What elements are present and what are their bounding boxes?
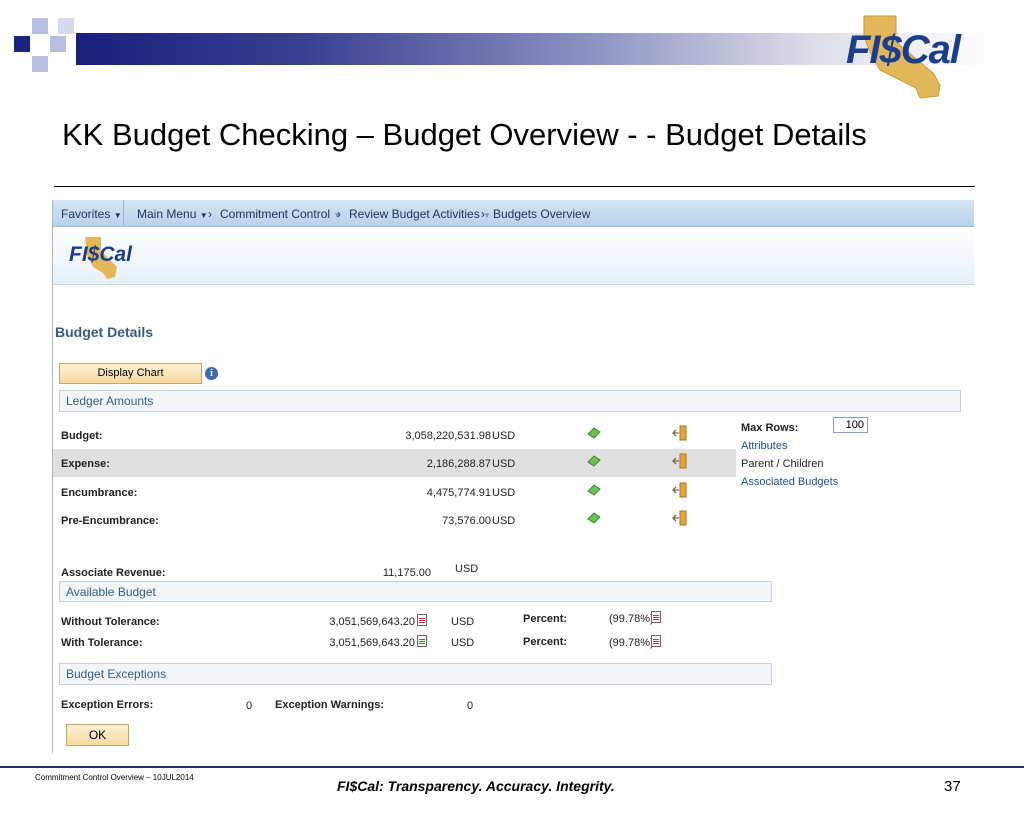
- decorative-square: [14, 36, 30, 52]
- slide-title: KK Budget Checking – Budget Overview - -…: [62, 117, 867, 152]
- app-banner: FI$Cal: [53, 227, 974, 285]
- ledger-label: Expense:: [61, 458, 110, 470]
- app-logo-text: FI$Cal: [69, 243, 133, 266]
- available-label: Without Tolerance:: [61, 616, 160, 628]
- available-currency: USD: [451, 637, 475, 649]
- decorative-square: [58, 18, 74, 34]
- available-currency: USD: [451, 616, 475, 628]
- percent-label: Percent:: [523, 636, 568, 648]
- associated-budgets-link[interactable]: Associated Budgets: [741, 476, 838, 488]
- exception-errors-label: Exception Errors:: [61, 699, 154, 711]
- fiscal-logo-text: FI$Cal: [846, 28, 961, 72]
- ledger-currency: USD: [492, 487, 516, 499]
- money-icon[interactable]: [587, 455, 601, 467]
- money-icon[interactable]: [587, 484, 601, 496]
- ledger-currency: USD: [492, 430, 516, 442]
- available-amount: 3,051,569,643.20: [329, 637, 415, 649]
- report-icon[interactable]: [417, 635, 427, 647]
- info-icon[interactable]: i: [205, 367, 218, 380]
- exception-warnings-value: 0: [467, 700, 474, 712]
- ledger-label: Pre-Encumbrance:: [61, 515, 159, 527]
- max-rows-label: Max Rows:: [741, 422, 799, 434]
- footer-divider: [0, 766, 1024, 768]
- percent-value: (99.78%): [609, 613, 654, 625]
- associate-revenue-currency: USD: [455, 563, 479, 575]
- chevron-down-icon: ▼: [199, 211, 208, 220]
- max-rows-input[interactable]: 100: [833, 417, 868, 433]
- favorites-menu[interactable]: Favorites ▼: [61, 207, 122, 221]
- breadcrumb-separator-icon: ›: [208, 207, 212, 221]
- breadcrumb-review-budget-activities[interactable]: Review Budget Activities ▼: [349, 207, 491, 221]
- decorative-square: [50, 36, 66, 52]
- app-logo: FI$Cal: [67, 233, 147, 283]
- main-menu[interactable]: Main Menu ▼: [137, 207, 208, 221]
- drill-down-icon[interactable]: [672, 510, 688, 526]
- fiscal-logo: FI$Cal: [838, 12, 988, 104]
- associate-revenue-label: Associate Revenue:: [61, 567, 166, 579]
- app-screenshot: Favorites ▼ Main Menu ▼ › Commitment Con…: [52, 200, 974, 753]
- percent-value: (99.78%): [609, 637, 654, 649]
- ledger-amount: 4,475,774.91: [426, 487, 491, 499]
- page-title: Budget Details: [55, 324, 154, 340]
- ledger-amounts-header: Ledger Amounts: [59, 390, 961, 412]
- decorative-square: [32, 56, 48, 72]
- associate-revenue-amount: 11,175.00: [382, 567, 431, 579]
- footer-left-text: Commitment Control Overview – 10JUL2014: [35, 773, 194, 782]
- decorative-square: [32, 18, 48, 34]
- ledger-label: Encumbrance:: [61, 487, 138, 499]
- drill-down-icon[interactable]: [672, 453, 688, 469]
- money-icon[interactable]: [587, 512, 601, 524]
- navigation-bar: Favorites ▼ Main Menu ▼ › Commitment Con…: [53, 200, 974, 227]
- available-budget-header: Available Budget: [59, 581, 772, 602]
- display-chart-button[interactable]: Display Chart: [59, 363, 202, 384]
- title-divider: [54, 186, 975, 187]
- breadcrumb-separator-icon: ›: [481, 207, 485, 221]
- breadcrumb-budgets-overview[interactable]: Budgets Overview: [493, 207, 590, 221]
- parent-children-text: Parent / Children: [741, 458, 824, 470]
- report-icon[interactable]: [651, 635, 661, 647]
- page-number: 37: [944, 778, 961, 795]
- report-icon[interactable]: [417, 614, 427, 626]
- ledger-currency: USD: [492, 458, 516, 470]
- ok-button[interactable]: OK: [66, 724, 129, 746]
- breadcrumb-commitment-control[interactable]: Commitment Control ▼: [220, 207, 341, 221]
- money-icon[interactable]: [587, 427, 601, 439]
- ledger-currency: USD: [492, 515, 516, 527]
- exception-warnings-label: Exception Warnings:: [275, 699, 384, 711]
- budget-exceptions-header: Budget Exceptions: [59, 663, 772, 685]
- ledger-amount: 3,058,220,531.98: [405, 430, 491, 442]
- report-icon[interactable]: [651, 611, 661, 623]
- ledger-amount: 73,576.00: [442, 515, 491, 527]
- footer-tagline: FI$Cal: Transparency. Accuracy. Integrit…: [337, 778, 615, 794]
- drill-down-icon[interactable]: [672, 425, 688, 441]
- available-amount: 3,051,569,643.20: [329, 616, 415, 628]
- drill-down-icon[interactable]: [672, 482, 688, 498]
- exception-errors-value: 0: [246, 700, 253, 712]
- percent-label: Percent:: [523, 613, 568, 625]
- chevron-down-icon: ▼: [113, 211, 122, 220]
- ledger-label: Budget:: [61, 430, 103, 442]
- attributes-link[interactable]: Attributes: [741, 440, 787, 452]
- available-label: With Tolerance:: [61, 637, 143, 649]
- ledger-amount: 2,186,288.87: [426, 458, 491, 470]
- breadcrumb-separator-icon: ›: [337, 207, 341, 221]
- nav-divider: [123, 200, 124, 226]
